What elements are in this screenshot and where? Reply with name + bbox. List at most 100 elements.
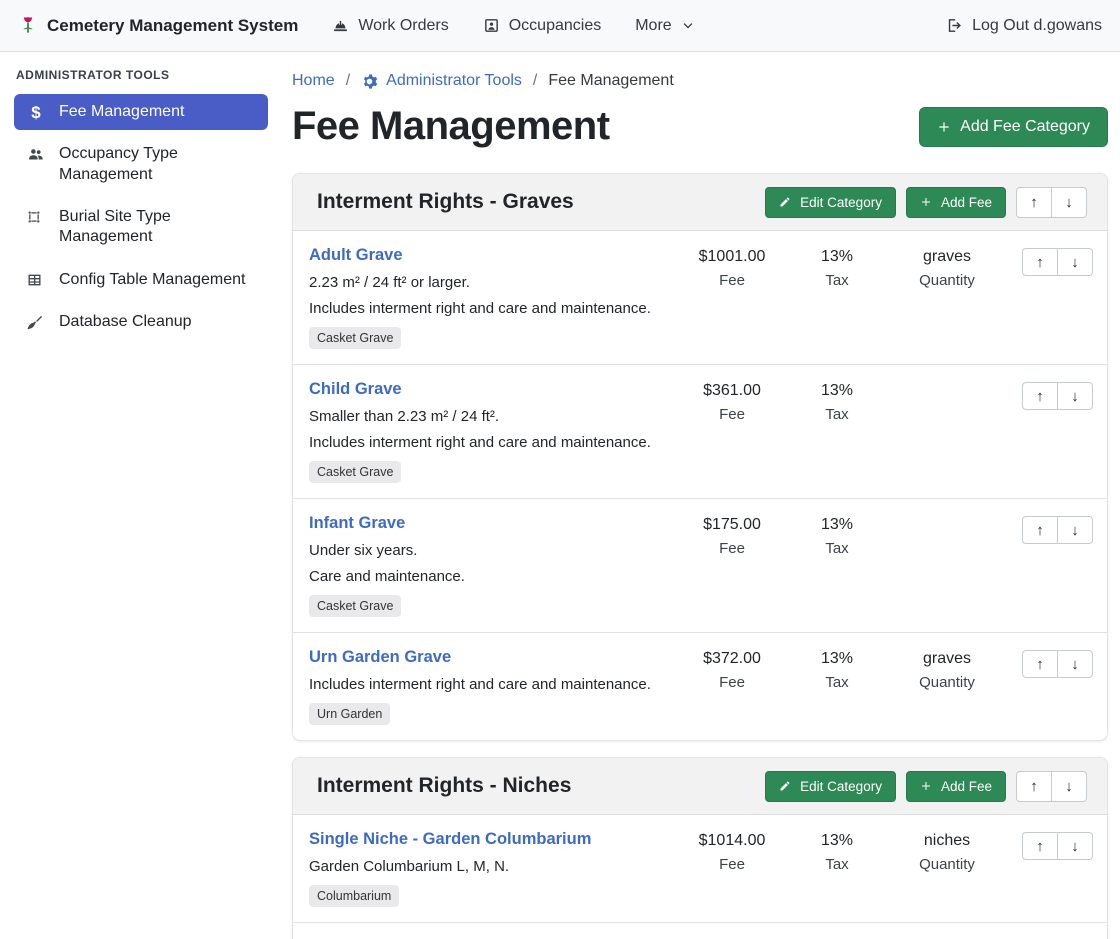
add-fee-button[interactable]: Add Fee — [906, 771, 1006, 802]
arrow-down-icon: ↓ — [1071, 522, 1079, 539]
fee-type-badge: Casket Grave — [309, 461, 401, 483]
sidebar-item-label: Database Cleanup — [59, 312, 192, 332]
category-header: Interment Rights - Graves Edit Category … — [293, 174, 1107, 231]
add-fee-category-button[interactable]: Add Fee Category — [919, 107, 1108, 147]
arrow-up-icon: ↑ — [1036, 254, 1044, 271]
tax-column: 13% Tax — [787, 246, 887, 289]
fee-description: Under six years. — [309, 542, 669, 559]
move-fee-down-button[interactable]: ↓ — [1057, 382, 1093, 410]
arrow-up-icon: ↑ — [1030, 778, 1038, 795]
sidebar-item-occupancy-type-management[interactable]: Occupancy Type Management — [14, 136, 268, 193]
fee-label: Fee — [677, 674, 787, 691]
arrow-down-icon: ↓ — [1071, 388, 1079, 405]
category-title: Interment Rights - Niches — [317, 774, 755, 798]
category-title: Interment Rights - Graves — [317, 190, 755, 214]
fee-amount: $1001.00 — [677, 248, 787, 266]
quantity-column — [887, 514, 1007, 516]
breadcrumb-current: Fee Management — [548, 72, 673, 90]
edit-category-button[interactable]: Edit Category — [765, 187, 896, 218]
logout-icon — [946, 17, 963, 34]
page-title: Fee Management — [292, 104, 610, 149]
hard-hat-icon — [332, 17, 349, 34]
fee-description: Includes interment right and care and ma… — [309, 434, 669, 451]
gear-icon — [361, 73, 378, 90]
occupancy-person-icon — [483, 17, 500, 34]
quantity-label: Quantity — [887, 856, 1007, 873]
move-fee-down-button[interactable]: ↓ — [1057, 650, 1093, 678]
sidebar-item-label: Burial Site Type Management — [59, 207, 256, 248]
vector-square-icon — [26, 209, 46, 225]
move-fee-down-button[interactable]: ↓ — [1057, 248, 1093, 276]
tax-value: 13% — [787, 516, 887, 534]
tax-column: 13% Tax — [787, 514, 887, 557]
fee-amount-column: $1014.00 Fee — [677, 830, 787, 873]
sidebar-item-label: Config Table Management — [59, 270, 246, 290]
arrow-up-icon: ↑ — [1030, 194, 1038, 211]
move-fee-up-button[interactable]: ↑ — [1022, 650, 1058, 678]
sidebar-item-burial-site-type-management[interactable]: Burial Site Type Management — [14, 199, 268, 256]
tax-label: Tax — [787, 272, 887, 289]
move-fee-up-button[interactable]: ↑ — [1022, 382, 1058, 410]
fee-amount-column: $175.00 Fee — [677, 514, 787, 557]
move-fee-up-button[interactable]: ↑ — [1022, 248, 1058, 276]
arrow-down-icon: ↓ — [1071, 254, 1079, 271]
move-fee-down-button[interactable]: ↓ — [1057, 516, 1093, 544]
nav-occupancies[interactable]: Occupancies — [483, 17, 602, 35]
move-category-down-button[interactable]: ↓ — [1051, 771, 1087, 802]
fee-name-link[interactable]: Single Niche - Garden Columbarium — [309, 830, 669, 849]
app-brand[interactable]: Cemetery Management System — [18, 15, 298, 37]
fee-type-badge: Columbarium — [309, 885, 399, 907]
move-category-down-button[interactable]: ↓ — [1051, 187, 1087, 218]
move-fee-up-button[interactable]: ↑ — [1022, 516, 1058, 544]
pencil-icon — [779, 196, 791, 208]
arrow-up-icon: ↑ — [1036, 388, 1044, 405]
quantity-value: graves — [887, 248, 1007, 266]
plus-icon — [920, 780, 932, 792]
arrow-up-icon: ↑ — [1036, 656, 1044, 673]
sidebar-item-database-cleanup[interactable]: Database Cleanup — [14, 304, 268, 340]
breadcrumb-admin-tools-link[interactable]: Administrator Tools — [361, 72, 522, 90]
fee-name-link[interactable]: Child Grave — [309, 380, 669, 399]
tax-label: Tax — [787, 406, 887, 423]
app-title: Cemetery Management System — [47, 16, 298, 36]
fee-row: Child Grave Smaller than 2.23 m² / 24 ft… — [293, 365, 1107, 499]
quantity-label: Quantity — [887, 272, 1007, 289]
tax-label: Tax — [787, 540, 887, 557]
fee-amount: $175.00 — [677, 516, 787, 534]
chevron-down-icon — [681, 19, 695, 33]
edit-category-button[interactable]: Edit Category — [765, 771, 896, 802]
nav-work-orders[interactable]: Work Orders — [332, 17, 448, 35]
breadcrumb-home-link[interactable]: Home — [292, 72, 335, 90]
fee-type-badge: Casket Grave — [309, 327, 401, 349]
tax-value: 13% — [787, 832, 887, 850]
fee-label: Fee — [677, 540, 787, 557]
move-fee-down-button[interactable]: ↓ — [1057, 832, 1093, 860]
breadcrumb-separator: / — [346, 72, 350, 90]
arrow-up-icon: ↑ — [1036, 522, 1044, 539]
sidebar-item-config-table-management[interactable]: Config Table Management — [14, 262, 268, 298]
fee-description: 2.23 m² / 24 ft² or larger. — [309, 274, 669, 291]
nav-more-menu[interactable]: More — [635, 17, 694, 35]
sidebar-item-fee-management[interactable]: $ Fee Management — [14, 94, 268, 130]
move-category-up-button[interactable]: ↑ — [1016, 187, 1052, 218]
move-fee-up-button[interactable]: ↑ — [1022, 832, 1058, 860]
add-fee-button[interactable]: Add Fee — [906, 187, 1006, 218]
logout-button[interactable]: Log Out d.gowans — [946, 17, 1102, 35]
admin-tools-sidebar: Administrator Tools $ Fee Management Occ… — [0, 52, 280, 346]
plus-icon — [937, 120, 951, 134]
quantity-value: niches — [887, 832, 1007, 850]
nav-more-label: More — [635, 17, 671, 35]
main-content: Home / Administrator Tools / Fee Managem… — [280, 52, 1120, 939]
arrow-down-icon: ↓ — [1065, 778, 1073, 795]
fee-amount: $372.00 — [677, 650, 787, 668]
move-category-up-button[interactable]: ↑ — [1016, 771, 1052, 802]
fee-row: Infant Grave Under six years. Care and m… — [293, 499, 1107, 633]
fee-name-link[interactable]: Infant Grave — [309, 514, 669, 533]
quantity-column: niches Quantity — [887, 830, 1007, 873]
arrow-down-icon: ↓ — [1065, 194, 1073, 211]
fee-name-link[interactable]: Urn Garden Grave — [309, 648, 669, 667]
fee-type-badge: Urn Garden — [309, 703, 390, 725]
fee-label: Fee — [677, 856, 787, 873]
fee-name-link[interactable]: Adult Grave — [309, 246, 669, 265]
top-navbar: Cemetery Management System Work Orders O… — [0, 0, 1120, 52]
